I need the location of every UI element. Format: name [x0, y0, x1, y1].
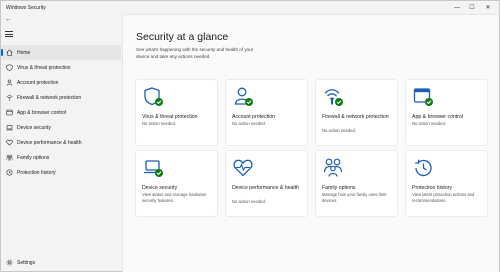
minimize-button[interactable]: —	[451, 1, 463, 14]
card-account-protection[interactable]: Account protection No action needed.	[225, 79, 308, 146]
sidebar-item-label: Account protection	[17, 79, 59, 86]
card-title: Virus & threat protection	[142, 114, 198, 120]
maximize-button[interactable]: ☐	[466, 1, 478, 14]
heart-icon	[5, 139, 13, 147]
family-icon	[322, 157, 346, 179]
app-window-check-icon	[412, 86, 436, 108]
sidebar-item-account[interactable]: Account protection	[1, 75, 121, 90]
shield-check-icon	[142, 86, 166, 108]
card-description: View status and manage hardware security…	[142, 192, 207, 203]
person-icon	[5, 79, 13, 87]
app-window: Windows Security — ☐ ✕ ← Home Virus & th…	[0, 0, 500, 272]
sidebar-item-label: Firewall & network protection	[17, 94, 82, 101]
sidebar-item-device-security[interactable]: Device security	[1, 120, 121, 135]
history-icon	[5, 169, 13, 177]
card-status: No action needed.	[412, 121, 446, 126]
card-firewall-network-protection[interactable]: Firewall & network protection No action …	[315, 79, 398, 146]
sidebar-item-label: App & browser control	[17, 109, 67, 116]
page-title: Security at a glance	[136, 31, 229, 43]
home-icon	[5, 49, 13, 57]
card-device-performance-health[interactable]: Device performance & health No action ne…	[225, 150, 308, 217]
sidebar-item-label: Settings	[17, 259, 36, 266]
wifi-check-icon	[322, 86, 346, 108]
sidebar-item-device-performance[interactable]: Device performance & health	[1, 135, 121, 150]
gear-icon	[5, 259, 13, 267]
sidebar-item-label: Virus & threat protection	[17, 64, 71, 71]
sidebar-item-label: Family options	[17, 154, 50, 161]
person-check-icon	[232, 86, 256, 108]
app-window-icon	[5, 109, 13, 117]
menu-line	[5, 31, 13, 32]
card-title: Account protection	[232, 114, 275, 120]
card-title: Family options	[322, 185, 356, 191]
sidebar-item-firewall[interactable]: Firewall & network protection	[1, 90, 121, 105]
sidebar-item-protection-history[interactable]: Protection history	[1, 165, 121, 180]
main-content: Security at a glance See what's happenin…	[122, 14, 499, 272]
sidebar-item-label: Protection history	[17, 169, 56, 176]
wifi-icon	[5, 94, 13, 102]
title-bar: Windows Security — ☐ ✕	[1, 1, 499, 14]
sidebar: Home Virus & threat protection Account p…	[1, 45, 121, 180]
menu-line	[5, 33, 13, 35]
card-title: Protection history	[412, 185, 453, 191]
card-title: Device security	[142, 185, 178, 191]
card-device-security[interactable]: Device security View status and manage h…	[135, 150, 218, 217]
shield-icon	[5, 64, 13, 72]
window-title: Windows Security	[6, 4, 46, 11]
sidebar-item-app-browser[interactable]: App & browser control	[1, 105, 121, 120]
card-title: Firewall & network protection	[322, 114, 389, 120]
heart-pulse-icon	[232, 157, 256, 179]
sidebar-item-settings[interactable]: Settings	[1, 255, 35, 270]
card-virus-threat-protection[interactable]: Virus & threat protection No action need…	[135, 79, 218, 146]
sidebar-item-label: Device security	[17, 124, 51, 131]
card-family-options[interactable]: Family options Manage how your family us…	[315, 150, 398, 217]
card-app-browser-control[interactable]: App & browser control No action needed.	[405, 79, 488, 146]
laptop-icon	[5, 124, 13, 132]
sidebar-item-family[interactable]: Family options	[1, 150, 121, 165]
card-title: Device performance & health	[232, 185, 299, 191]
card-status: No action needed.	[232, 198, 266, 204]
sidebar-item-home[interactable]: Home	[1, 45, 121, 60]
menu-line	[5, 36, 13, 37]
card-title: App & browser control	[412, 114, 464, 120]
close-button[interactable]: ✕	[482, 1, 494, 14]
laptop-check-icon	[142, 157, 166, 179]
card-description: View latest protection actions and recom…	[412, 192, 475, 203]
history-icon	[412, 157, 436, 179]
card-status: No action needed.	[322, 127, 356, 133]
sidebar-item-virus-threat[interactable]: Virus & threat protection	[1, 60, 121, 75]
page-subtitle: See what's happening with the security a…	[136, 47, 254, 59]
family-icon	[5, 154, 13, 162]
card-description: Manage how your family uses their device…	[322, 192, 387, 203]
sidebar-item-label: Home	[17, 49, 31, 56]
back-button[interactable]: ←	[5, 16, 12, 23]
card-protection-history[interactable]: Protection history View latest protectio…	[405, 150, 488, 217]
card-status: No action needed.	[232, 121, 266, 126]
hamburger-menu-button[interactable]	[5, 31, 13, 37]
card-status: No action needed.	[142, 121, 176, 126]
sidebar-item-label: Device performance & health	[17, 139, 82, 146]
